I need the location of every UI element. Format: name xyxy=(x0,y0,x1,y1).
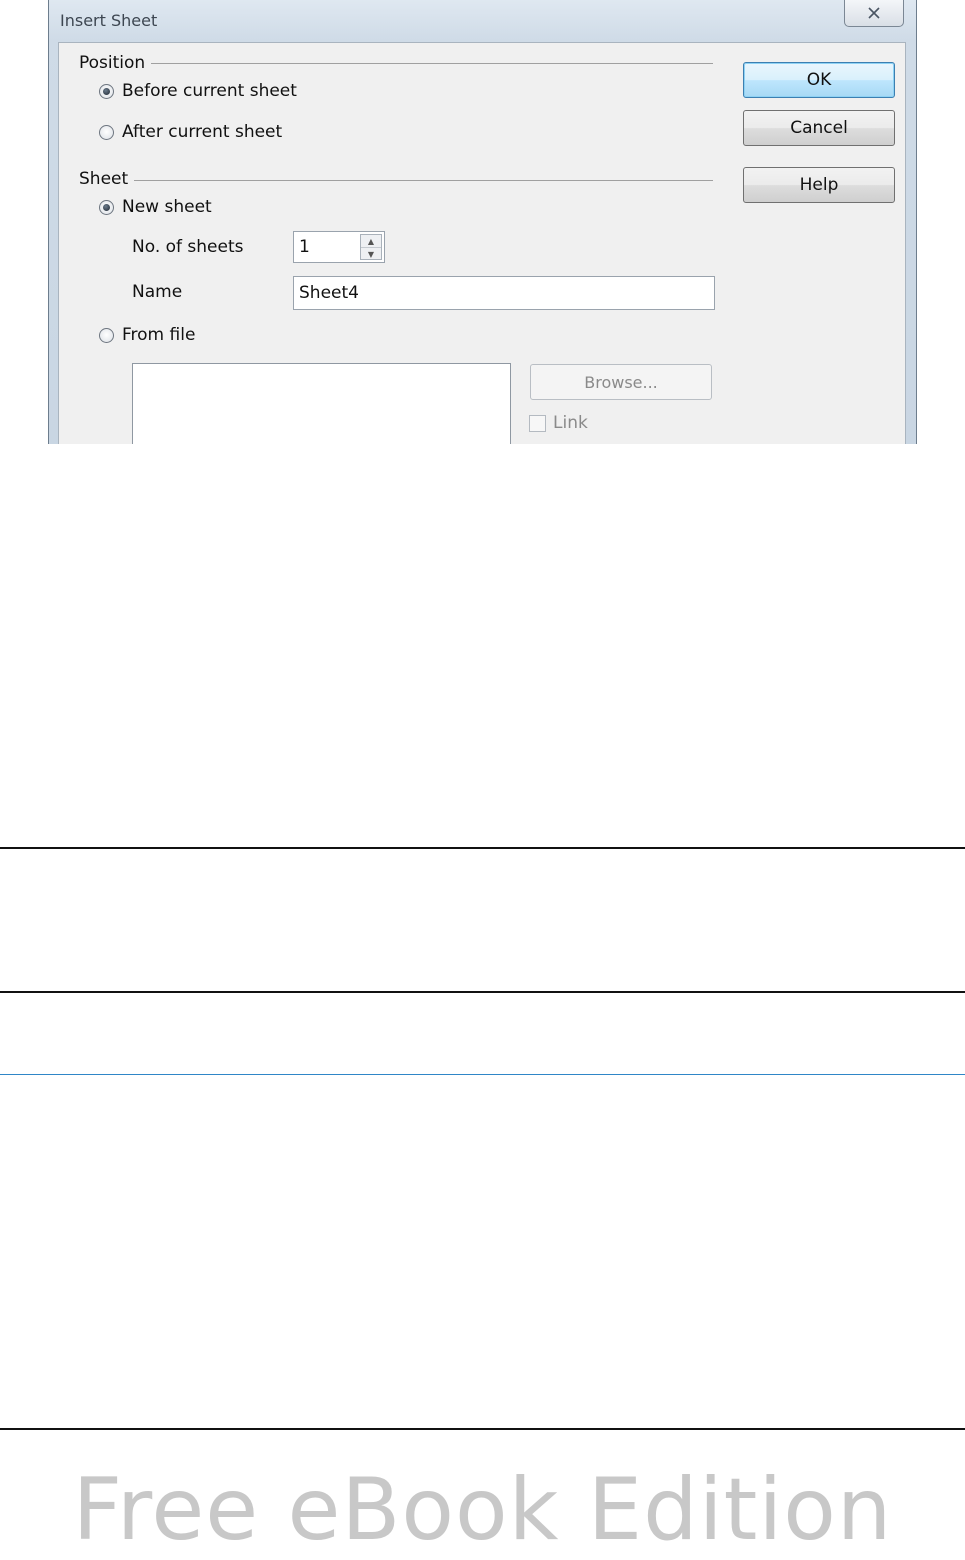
sheet-group-label: Sheet xyxy=(79,169,135,189)
before-current-sheet-label: Before current sheet xyxy=(122,81,297,101)
browse-button[interactable]: Browse... xyxy=(530,364,712,400)
checkbox-icon xyxy=(529,414,546,432)
before-current-sheet-radio[interactable]: Before current sheet xyxy=(99,81,297,101)
dialog-title: Insert Sheet xyxy=(60,11,158,30)
stepper-down-icon[interactable]: ▼ xyxy=(361,248,381,260)
no-of-sheets-label: No. of sheets xyxy=(132,237,244,257)
horizontal-rule xyxy=(0,847,965,849)
free-ebook-watermark: Free eBook Edition xyxy=(72,1460,893,1560)
help-button[interactable]: Help xyxy=(743,167,895,203)
horizontal-rule xyxy=(0,991,965,993)
cancel-button[interactable]: Cancel xyxy=(743,110,895,146)
no-of-sheets-value: 1 xyxy=(299,237,310,257)
insert-sheet-dialog: Insert Sheet Position Before current she… xyxy=(48,0,917,444)
position-group-line xyxy=(139,63,713,64)
after-current-sheet-label: After current sheet xyxy=(122,122,283,142)
after-current-sheet-radio[interactable]: After current sheet xyxy=(99,122,282,142)
link-label: Link xyxy=(553,413,588,433)
radio-icon xyxy=(99,199,114,215)
name-label: Name xyxy=(132,282,183,302)
radio-icon xyxy=(99,124,114,140)
position-group-label: Position xyxy=(79,53,152,73)
from-file-sheet-list[interactable] xyxy=(132,363,511,444)
sheet-name-input[interactable]: Sheet4 xyxy=(293,276,715,310)
stepper-up-icon[interactable]: ▲ xyxy=(361,235,381,248)
from-file-label: From file xyxy=(122,325,196,345)
ok-button[interactable]: OK xyxy=(743,62,895,98)
new-sheet-radio[interactable]: New sheet xyxy=(99,197,212,217)
new-sheet-label: New sheet xyxy=(122,197,212,217)
horizontal-rule xyxy=(0,1428,965,1430)
radio-icon xyxy=(99,83,114,99)
from-file-radio[interactable]: From file xyxy=(99,325,195,345)
close-icon xyxy=(868,7,880,19)
radio-icon xyxy=(99,327,114,343)
close-button[interactable] xyxy=(844,0,904,27)
stepper-buttons: ▲ ▼ xyxy=(360,234,382,260)
horizontal-rule-blue xyxy=(0,1074,965,1075)
no-of-sheets-stepper[interactable]: 1 ▲ ▼ xyxy=(293,231,385,263)
dialog-client-area: Position Before current sheet After curr… xyxy=(58,42,906,444)
link-checkbox[interactable]: Link xyxy=(529,413,588,433)
sheet-group-line xyxy=(127,180,713,181)
